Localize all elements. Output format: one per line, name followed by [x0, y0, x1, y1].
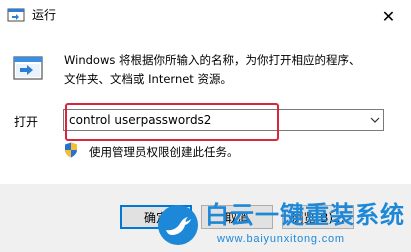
- description-line-1: Windows 将根据你所输入的名称，为你打开相应的程序、: [64, 53, 361, 67]
- close-icon: ✕: [381, 6, 396, 26]
- admin-note: 使用管理员权限创建此任务。: [89, 145, 239, 159]
- watermark-url: www.baiyunxitong.com: [217, 233, 345, 245]
- run-program-icon: [13, 56, 43, 80]
- watermark: 白云一键重装系统 www.baiyunxitong.com: [157, 200, 411, 252]
- open-label: 打开: [14, 115, 39, 129]
- window-title: 运行: [32, 8, 57, 22]
- close-button[interactable]: ✕: [366, 0, 411, 32]
- uac-shield-icon: [65, 142, 77, 158]
- title-bar: 运行 ✕: [0, 0, 411, 32]
- dropdown-arrow-icon[interactable]: [369, 114, 381, 126]
- description-line-2: 文件夹、文档或 Internet 资源。: [64, 72, 232, 86]
- highlight-annotation: [65, 103, 279, 141]
- dialog-description: Windows 将根据你所输入的名称，为你打开相应的程序、 文件夹、文档或 In…: [64, 51, 398, 89]
- bird-logo-icon: [158, 205, 198, 245]
- run-icon: [7, 8, 25, 22]
- watermark-title: 白云一键重装系统: [205, 202, 405, 229]
